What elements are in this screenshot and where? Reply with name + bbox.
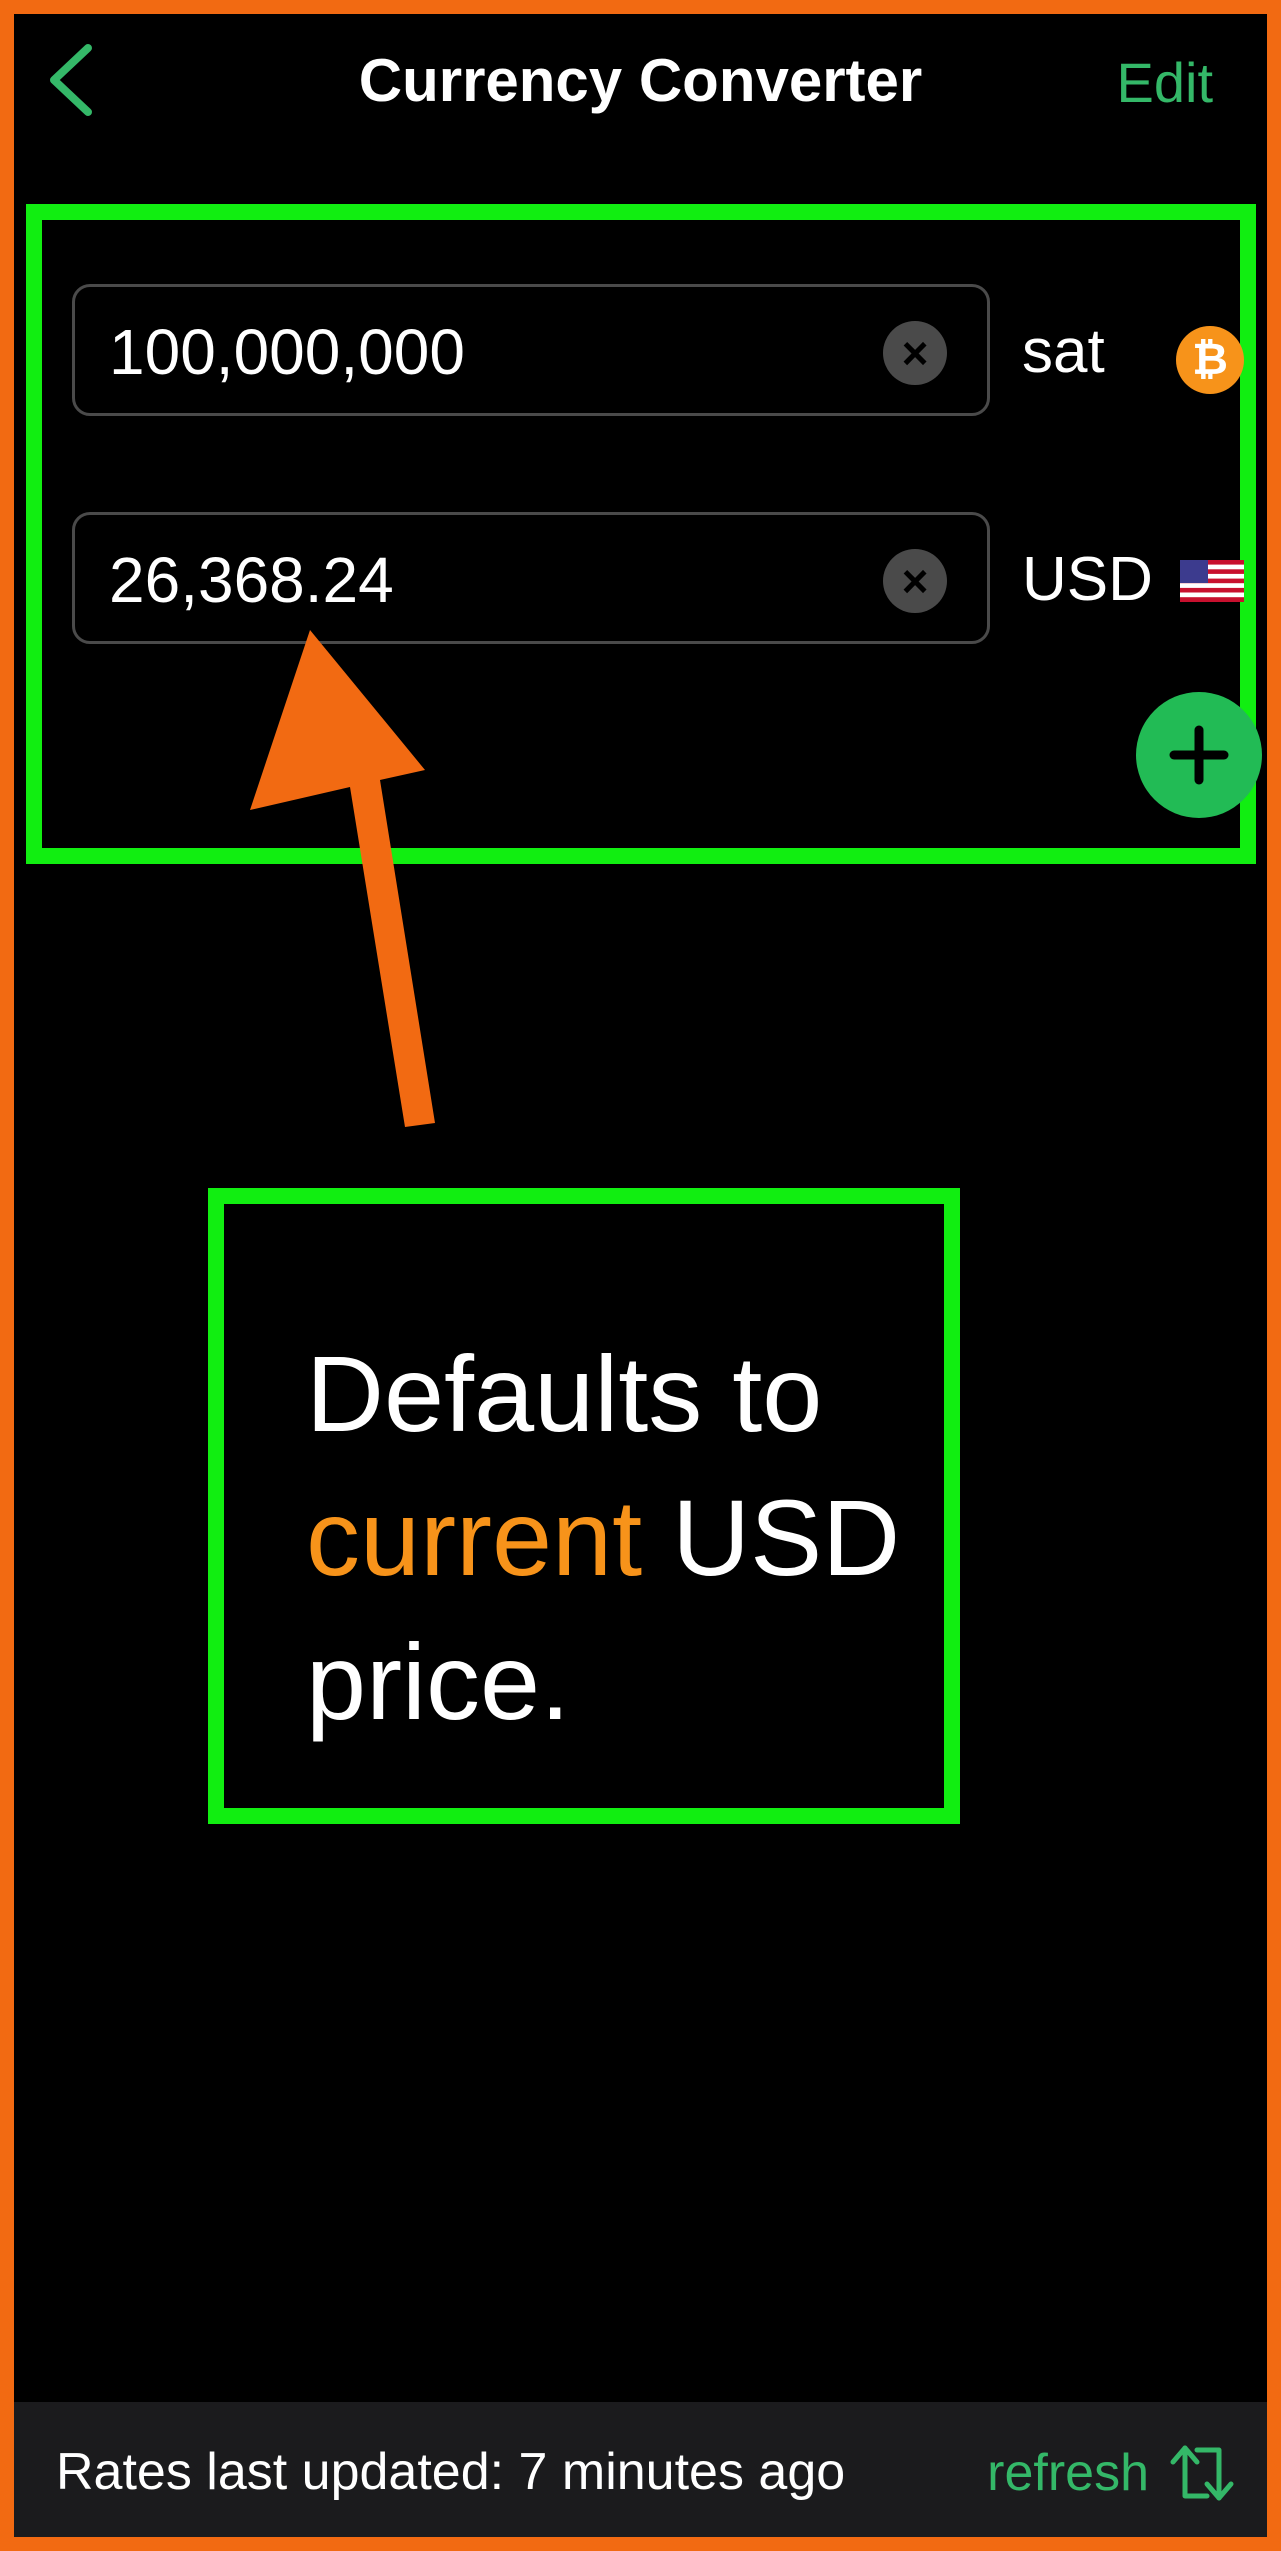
sat-amount-input[interactable]: 100,000,000 ×	[72, 284, 990, 416]
add-currency-button[interactable]	[1136, 692, 1262, 818]
sat-unit-label: sat	[1022, 317, 1105, 386]
usd-amount-input[interactable]: 26,368.24 ×	[72, 512, 990, 644]
refresh-label: refresh	[987, 2444, 1149, 2502]
converter-highlight-box: 100,000,000 × sat ₿ 26,368.24 × USD	[26, 204, 1262, 864]
pointer-arrow	[250, 630, 435, 1127]
plus-icon	[1169, 725, 1229, 785]
page-title: Currency Converter	[358, 47, 923, 114]
annotation-line-3: price.	[306, 1621, 571, 1742]
annotation-text: Defaults to current USD price.	[306, 1322, 946, 1754]
clear-icon[interactable]: ×	[883, 321, 947, 385]
annotation-callout: Defaults to current USD price.	[208, 1188, 960, 1824]
annotation-highlight: current	[306, 1477, 643, 1598]
rates-status-text: Rates last updated: 7 minutes ago	[56, 2443, 846, 2501]
bitcoin-icon: ₿	[1176, 326, 1244, 394]
usd-amount-value: 26,368.24	[109, 544, 394, 616]
annotation-line-2: current USD	[306, 1466, 946, 1610]
refresh-icon	[1170, 2445, 1234, 2501]
annotation-line-2-rest: USD	[642, 1477, 901, 1598]
usd-unit-label: USD	[1022, 545, 1153, 614]
us-flag-icon	[1180, 560, 1244, 602]
refresh-button[interactable]: refresh	[987, 2438, 1237, 2508]
annotation-line-1: Defaults to	[306, 1333, 823, 1454]
clear-icon[interactable]: ×	[883, 549, 947, 613]
sat-amount-value: 100,000,000	[109, 316, 465, 388]
nav-bar: Currency Converter Edit	[0, 0, 1281, 170]
rates-footer: Rates last updated: 7 minutes ago refres…	[14, 2402, 1267, 2537]
edit-button[interactable]: Edit	[1117, 50, 1214, 115]
